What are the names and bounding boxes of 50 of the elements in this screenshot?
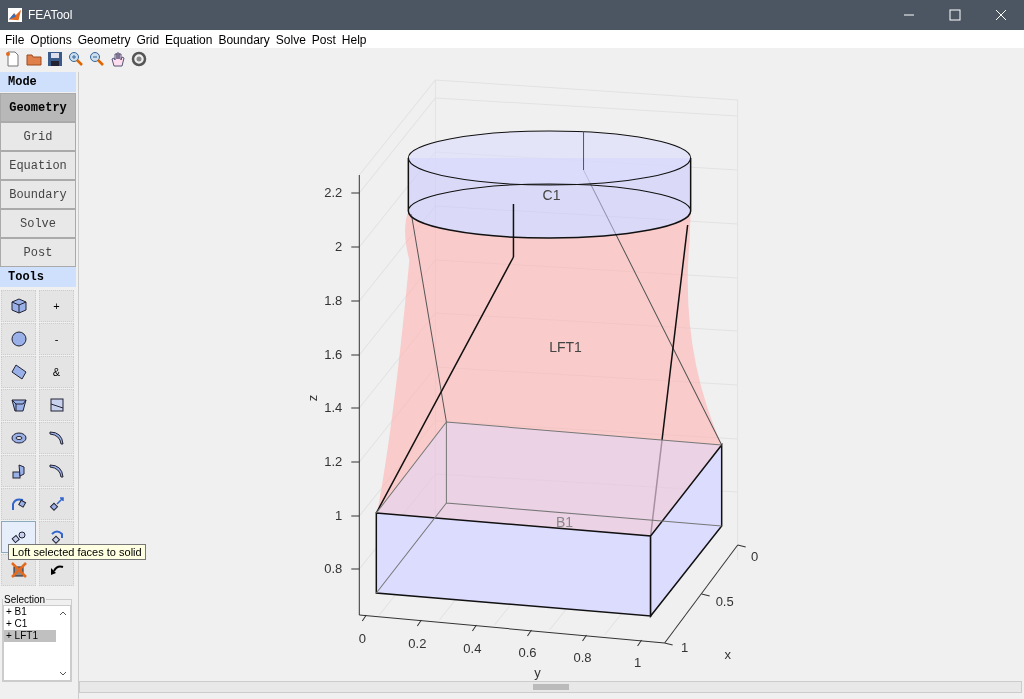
object-label: B1 [555,514,574,530]
mode-tab[interactable]: Geometry [0,93,76,122]
tick-label: 0.2 [408,636,427,651]
tick-label: 1.4 [324,400,343,415]
tick-label: 1 [335,508,343,523]
mode-tab[interactable]: Post [0,238,76,267]
operator-button[interactable]: - [39,323,74,355]
tick-label: 1.2 [324,454,343,469]
menu-item[interactable]: Equation [162,33,216,47]
section-header: Tools [0,267,76,287]
tooltip: Loft selected faces to solid [8,544,146,560]
object-label: LFT1 [549,339,582,355]
tick-label: 0.4 [463,641,482,656]
axis-label: x [724,647,731,662]
tick-label: 2 [335,239,343,254]
menu-item[interactable]: Solve [272,33,309,47]
axis-label: z [305,394,321,402]
mode-tab[interactable]: Grid [0,122,76,151]
axis-label: y [534,665,541,680]
menu-item[interactable]: File [2,33,28,47]
tick-label: 1.8 [324,293,343,308]
menu-item[interactable]: Geometry [74,33,134,47]
menu-item[interactable]: Post [308,33,339,47]
window-title: FEATool [28,8,73,22]
menu-item[interactable]: Boundary [215,33,273,47]
tick-label: 0 [358,631,366,646]
mode-tab[interactable]: Boundary [0,180,76,209]
menu-item[interactable]: Help [338,33,370,47]
operator-button[interactable]: & [39,356,74,388]
list-item[interactable]: + LFT1 [4,630,56,642]
selection-list[interactable]: + B1 + C1 + LFT1 [3,605,71,681]
tick-label: 0.6 [518,645,537,660]
operator-button[interactable]: + [39,290,74,322]
tick-label: 0.8 [324,561,343,576]
group-label: Selection [3,594,47,605]
tick-label: 2.2 [324,185,343,200]
menu-item[interactable]: Grid [133,33,163,47]
list-item[interactable]: + C1 [4,618,56,630]
section-header: Mode [0,72,76,92]
tick-label: 1.6 [324,347,343,362]
tick-label: 0.5 [715,594,734,609]
tick-label: 0.8 [573,650,592,665]
tick-label: 1 [681,640,689,655]
list-item[interactable]: + B1 [4,606,56,618]
menu-item[interactable]: Options [27,33,75,47]
mode-tab[interactable]: Solve [0,209,76,238]
tick-label: 0 [751,549,759,564]
tick-label: 1 [633,655,642,670]
object-label: C1 [542,187,561,203]
mode-tab[interactable]: Equation [0,151,76,180]
